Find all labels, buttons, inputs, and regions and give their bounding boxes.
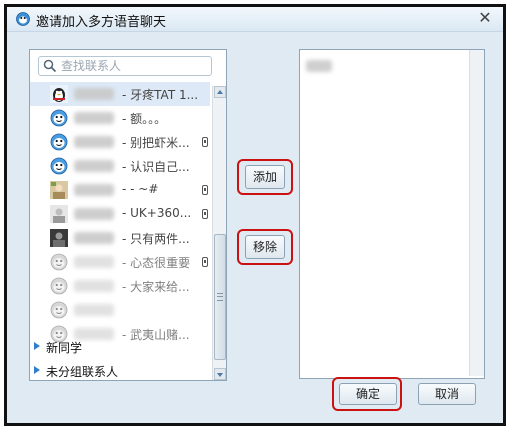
qq-face-avatar-icon — [50, 133, 68, 151]
contact-status-text: - 别把虾米... — [122, 136, 190, 150]
contact-nickname-redacted — [74, 208, 114, 220]
qq-face-avatar-offline-icon — [50, 253, 68, 271]
contact-row[interactable]: - 心态很重要 — [30, 250, 210, 274]
qq-penguin-icon — [16, 12, 30, 26]
scroll-down-arrow-icon[interactable] — [214, 368, 226, 380]
contact-row[interactable]: - 大家来给... — [30, 274, 210, 298]
selected-contact-item[interactable] — [306, 60, 332, 72]
add-button[interactable]: 添加 — [245, 165, 285, 189]
mobile-phone-icon — [202, 137, 208, 147]
contact-row[interactable]: - - ~# — [30, 178, 210, 202]
expand-arrow-icon — [34, 366, 40, 374]
contact-status-text: - 牙疼TAT 1... — [122, 88, 199, 102]
dialog-window: 邀请加入多方语音聊天 ✕ - 牙疼TAT 1... - 额。。。 - 别把虾米...… — [4, 4, 506, 426]
contact-status-text: - - ~# — [122, 182, 159, 196]
contact-status-text: - 认识自己... — [122, 160, 190, 174]
contact-status-text: - 只有两件... — [122, 232, 190, 246]
contact-nickname-redacted — [74, 256, 114, 268]
group-label: 未分组联系人 — [46, 365, 119, 379]
contact-row[interactable]: - 牙疼TAT 1... — [30, 82, 210, 106]
group-label: 新同学 — [46, 341, 83, 355]
contact-row[interactable]: - UK+360... — [30, 202, 210, 226]
contact-nickname-redacted — [74, 136, 114, 148]
qq-face-avatar-icon — [50, 157, 68, 175]
search-box[interactable] — [38, 56, 212, 76]
contact-row[interactable]: - 认识自己... — [30, 154, 210, 178]
window-title: 邀请加入多方语音聊天 — [36, 15, 167, 30]
contact-list: - 牙疼TAT 1... - 额。。。 - 别把虾米... - 认识自己... - - … — [30, 82, 210, 346]
photo-avatar-dark-icon — [50, 229, 68, 247]
contact-nickname-redacted — [74, 184, 114, 196]
contact-status-text: - 大家来给... — [122, 280, 190, 294]
contacts-panel: - 牙疼TAT 1... - 额。。。 - 别把虾米... - 认识自己... - - … — [29, 49, 227, 381]
close-icon: ✕ — [478, 8, 492, 27]
grip-icon — [217, 293, 223, 301]
selected-contacts-panel[interactable] — [299, 49, 485, 379]
contact-status-text: - 心态很重要 — [122, 256, 191, 270]
contact-row[interactable] — [30, 298, 210, 322]
search-icon — [43, 59, 57, 73]
search-input[interactable] — [61, 58, 207, 74]
cancel-button[interactable]: 取消 — [418, 383, 476, 405]
contact-nickname-redacted — [74, 112, 114, 124]
group-ungrouped-contacts[interactable]: 未分组联系人 — [30, 360, 210, 380]
remove-button[interactable]: 移除 — [245, 235, 285, 259]
selected-scrollbar[interactable] — [469, 50, 484, 376]
contact-status-text: - 额。。。 — [122, 112, 167, 126]
contact-row[interactable]: - 额。。。 — [30, 106, 210, 130]
scroll-thumb[interactable] — [214, 234, 226, 360]
mobile-phone-icon — [202, 257, 208, 267]
contact-nickname-redacted — [74, 304, 114, 316]
contact-status-text: - UK+360... — [122, 206, 192, 220]
contact-nickname-redacted — [74, 280, 114, 292]
photo-avatar-gray-icon — [50, 205, 68, 223]
contacts-scrollbar[interactable] — [212, 86, 226, 380]
contact-nickname-redacted — [74, 160, 114, 172]
qq-face-avatar-offline-icon — [50, 301, 68, 319]
qq-face-avatar-icon — [50, 109, 68, 127]
contact-row[interactable]: - 别把虾米... — [30, 130, 210, 154]
mobile-phone-icon — [202, 209, 208, 219]
group-new-classmates[interactable]: 新同学 — [30, 336, 210, 356]
ok-button[interactable]: 确定 — [339, 383, 397, 405]
photo-avatar-icon — [50, 181, 68, 199]
qq-face-avatar-offline-icon — [50, 277, 68, 295]
contact-nickname-redacted — [74, 232, 114, 244]
close-button[interactable]: ✕ — [477, 9, 493, 27]
expand-arrow-icon — [34, 342, 40, 350]
contact-row[interactable]: - 只有两件... — [30, 226, 210, 250]
penguin-avatar-icon — [50, 85, 68, 103]
mobile-phone-icon — [202, 185, 208, 195]
title-bar[interactable]: 邀请加入多方语音聊天 ✕ — [7, 7, 503, 32]
scroll-up-arrow-icon[interactable] — [214, 86, 226, 98]
contact-nickname-redacted — [74, 88, 114, 100]
